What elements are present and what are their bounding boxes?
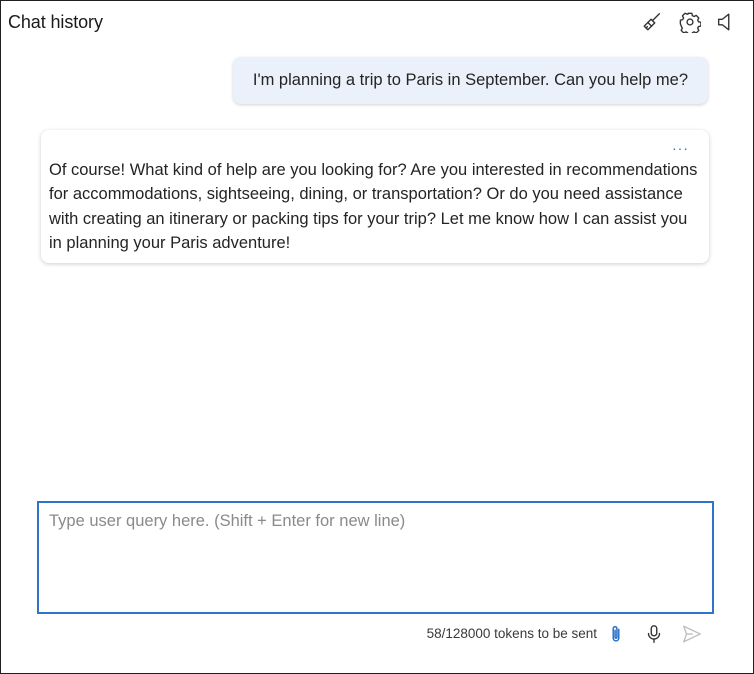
- microphone-icon[interactable]: [642, 622, 666, 646]
- user-message-text: I'm planning a trip to Paris in Septembe…: [252, 71, 688, 89]
- assistant-message-text: Of course! What kind of help are you loo…: [49, 161, 698, 252]
- user-message-bubble: I'm planning a trip to Paris in Septembe…: [232, 57, 708, 104]
- chat-header: Chat history: [1, 1, 753, 45]
- speaker-icon[interactable]: [714, 10, 738, 34]
- paperclip-icon[interactable]: [604, 622, 628, 646]
- chat-window: Chat history I'm planning a trip to Pari…: [0, 0, 754, 674]
- settings-gear-icon[interactable]: [678, 10, 702, 34]
- page-title: Chat history: [8, 12, 103, 32]
- send-icon[interactable]: [680, 622, 704, 646]
- query-input-container: [37, 501, 714, 614]
- broom-icon[interactable]: [640, 10, 664, 34]
- more-options-button[interactable]: ···: [672, 136, 689, 160]
- assistant-message-bubble: ··· Of course! What kind of help are you…: [41, 130, 709, 263]
- query-input[interactable]: [39, 503, 712, 612]
- token-count: 58/128000 tokens to be sent: [426, 626, 597, 641]
